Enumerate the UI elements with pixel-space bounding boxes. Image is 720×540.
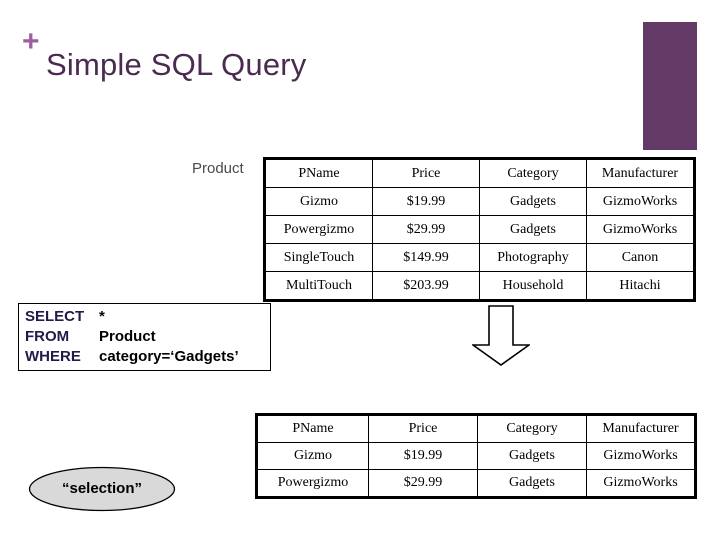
table-cell: GizmoWorks (586, 215, 695, 244)
page-title: Simple SQL Query (46, 47, 307, 82)
sql-keyword: FROM (25, 328, 70, 345)
table-cell: Canon (586, 243, 695, 272)
table-row: Powergizmo $29.99 Gadgets GizmoWorks (264, 215, 695, 244)
product-table: PName Price Category Manufacturer Gizmo … (263, 157, 696, 302)
table-cell: Powergizmo (256, 469, 369, 498)
sql-line: WHERE category=‘Gadgets’ (25, 347, 270, 367)
table-cell: Photography (479, 243, 587, 272)
table-row: Powergizmo $29.99 Gadgets GizmoWorks (256, 469, 696, 498)
sql-value: * (99, 308, 105, 325)
table-cell: $19.99 (368, 442, 478, 470)
sql-line: SELECT * (25, 307, 270, 327)
table-cell: Gadgets (477, 442, 587, 470)
result-table: PName Price Category Manufacturer Gizmo … (255, 413, 697, 499)
table-cell: Gizmo (256, 442, 369, 470)
sql-keyword: WHERE (25, 348, 81, 365)
table-row: SingleTouch $149.99 Photography Canon (264, 243, 695, 272)
table-cell: Gadgets (479, 187, 587, 216)
relation-name-product: Product (192, 160, 244, 177)
table-cell: GizmoWorks (586, 187, 695, 216)
accent-block (643, 22, 697, 150)
arrow-down-icon (470, 305, 532, 367)
table-cell: Powergizmo (264, 215, 373, 244)
column-header: Category (479, 158, 587, 188)
table-cell: $149.99 (372, 243, 480, 272)
table-header-row: PName Price Category Manufacturer (256, 414, 696, 443)
table-cell: SingleTouch (264, 243, 373, 272)
column-header: Manufacturer (586, 158, 695, 188)
sql-value: Product (99, 328, 156, 345)
table-cell: Gadgets (477, 469, 587, 498)
column-header: Price (372, 158, 480, 188)
column-header: PName (264, 158, 373, 188)
table-cell: GizmoWorks (586, 442, 696, 470)
table-cell: Household (479, 271, 587, 301)
table-cell: $19.99 (372, 187, 480, 216)
column-header: Manufacturer (586, 414, 696, 443)
column-header: Category (477, 414, 587, 443)
sql-value: category=‘Gadgets’ (99, 348, 239, 365)
table-cell: Gadgets (479, 215, 587, 244)
sql-line: FROM Product (25, 327, 270, 347)
bullet-plus-icon: + (22, 25, 40, 58)
table-cell: $29.99 (372, 215, 480, 244)
table-row: MultiTouch $203.99 Household Hitachi (264, 271, 695, 301)
sql-query-box: SELECT * FROM Product WHERE category=‘Gadge… (18, 303, 271, 371)
sql-keyword: SELECT (25, 308, 85, 325)
table-cell: Gizmo (264, 187, 373, 216)
table-cell: GizmoWorks (586, 469, 696, 498)
selection-annotation-shape (28, 466, 176, 512)
table-cell: Hitachi (586, 271, 695, 301)
table-row: Gizmo $19.99 Gadgets GizmoWorks (264, 187, 695, 216)
table-cell: $29.99 (368, 469, 478, 498)
column-header: Price (368, 414, 478, 443)
table-header-row: PName Price Category Manufacturer (264, 158, 695, 188)
column-header: PName (256, 414, 369, 443)
table-cell: MultiTouch (264, 271, 373, 301)
table-row: Gizmo $19.99 Gadgets GizmoWorks (256, 442, 696, 470)
table-cell: $203.99 (372, 271, 480, 301)
